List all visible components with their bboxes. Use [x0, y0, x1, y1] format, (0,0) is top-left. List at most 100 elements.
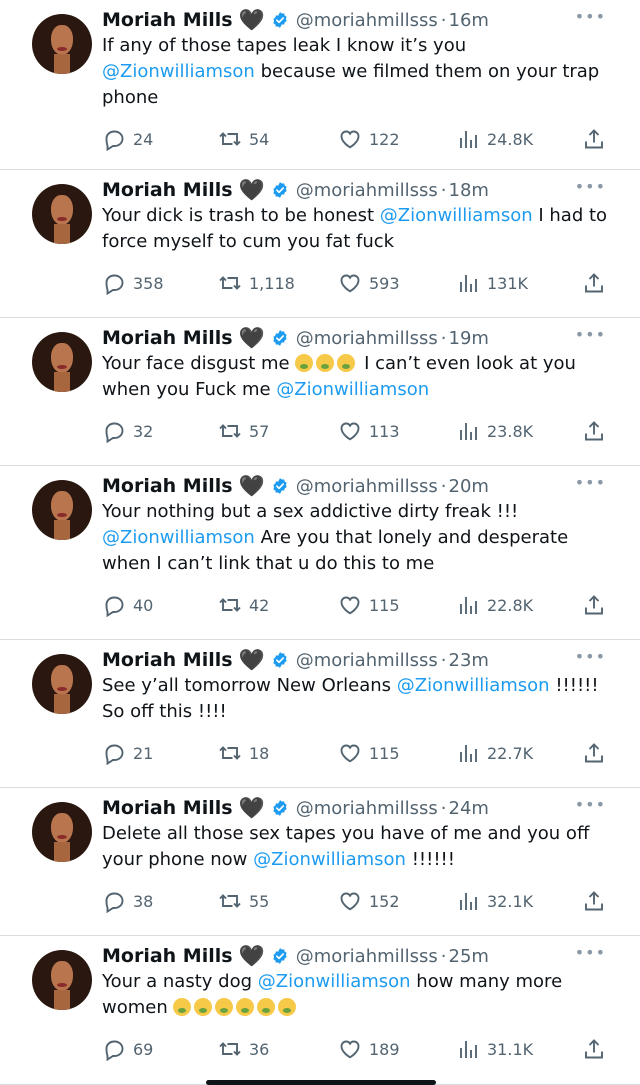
avatar[interactable]	[32, 332, 92, 392]
tweet[interactable]: Moriah Mills 🖤 @moriahmillsss · 19m ••• Your f…	[0, 318, 640, 466]
author-name[interactable]: Moriah Mills	[102, 327, 233, 349]
share-button[interactable]	[582, 417, 606, 445]
retweet-icon	[218, 1037, 249, 1061]
reply-button[interactable]: 358	[102, 269, 164, 297]
home-indicator[interactable]	[206, 1080, 436, 1085]
views-button[interactable]: 31.1K	[456, 1035, 533, 1063]
retweet-button[interactable]: 42	[218, 591, 269, 619]
author-name[interactable]: Moriah Mills	[102, 179, 233, 201]
author-handle[interactable]: @moriahmillsss	[296, 10, 438, 31]
avatar[interactable]	[32, 480, 92, 540]
tweet[interactable]: Moriah Mills 🖤 @moriahmillsss · 25m ••• Your a…	[0, 936, 640, 1085]
tweet-actions: 24 54 122 24.8K	[102, 125, 612, 153]
share-button[interactable]	[582, 125, 606, 153]
retweet-button[interactable]: 1,118	[218, 269, 295, 297]
share-button[interactable]	[582, 739, 606, 767]
nauseated-face-emoji	[215, 998, 234, 1016]
author-handle[interactable]: @moriahmillsss	[296, 946, 438, 967]
more-icon[interactable]: •••	[575, 177, 606, 196]
reply-button[interactable]: 69	[102, 1035, 153, 1063]
author-handle[interactable]: @moriahmillsss	[296, 476, 438, 497]
timestamp[interactable]: 16m	[449, 10, 489, 31]
avatar[interactable]	[32, 184, 92, 244]
like-button[interactable]: 113	[338, 417, 400, 445]
timestamp[interactable]: 18m	[449, 180, 489, 201]
like-button[interactable]: 122	[338, 125, 400, 153]
views-button[interactable]: 23.8K	[456, 417, 533, 445]
more-icon[interactable]: •••	[575, 473, 606, 492]
mention-link[interactable]: @Zionwilliamson	[380, 205, 533, 226]
views-button[interactable]: 131K	[456, 269, 528, 297]
tweet-text: Your dick is trash to be honest @Zionwil…	[102, 203, 612, 255]
author-name[interactable]: Moriah Mills	[102, 9, 233, 31]
avatar[interactable]	[32, 14, 92, 74]
share-button[interactable]	[582, 1035, 606, 1063]
like-button[interactable]: 115	[338, 591, 400, 619]
tweet-header: Moriah Mills 🖤 @moriahmillsss · 18m	[102, 177, 640, 203]
avatar[interactable]	[32, 654, 92, 714]
more-icon[interactable]: •••	[575, 647, 606, 666]
like-button[interactable]: 152	[338, 887, 400, 915]
mention-link[interactable]: @Zionwilliamson	[253, 849, 406, 870]
reply-button[interactable]: 38	[102, 887, 153, 915]
nauseated-face-emoji	[337, 354, 356, 372]
views-button[interactable]: 32.1K	[456, 887, 533, 915]
like-button[interactable]: 115	[338, 739, 400, 767]
author-name[interactable]: Moriah Mills	[102, 797, 233, 819]
author-handle[interactable]: @moriahmillsss	[296, 798, 438, 819]
share-button[interactable]	[582, 269, 606, 297]
retweet-count: 42	[249, 595, 270, 615]
author-name[interactable]: Moriah Mills	[102, 649, 233, 671]
mention-link[interactable]: @Zionwilliamson	[102, 61, 255, 82]
reply-button[interactable]: 24	[102, 125, 153, 153]
tweet[interactable]: Moriah Mills 🖤 @moriahmillsss · 24m ••• Delete…	[0, 788, 640, 936]
like-button[interactable]: 593	[338, 269, 400, 297]
views-button[interactable]: 22.7K	[456, 739, 533, 767]
views-button[interactable]: 24.8K	[456, 125, 533, 153]
reply-button[interactable]: 32	[102, 417, 153, 445]
author-name[interactable]: Moriah Mills	[102, 475, 233, 497]
tweet[interactable]: Moriah Mills 🖤 @moriahmillsss · 23m ••• See y’…	[0, 640, 640, 788]
author-handle[interactable]: @moriahmillsss	[296, 180, 438, 201]
reply-button[interactable]: 21	[102, 739, 153, 767]
like-icon	[338, 593, 369, 617]
author-handle[interactable]: @moriahmillsss	[296, 328, 438, 349]
timestamp[interactable]: 24m	[449, 798, 489, 819]
timestamp[interactable]: 23m	[449, 650, 489, 671]
mention-link[interactable]: @Zionwilliamson	[258, 971, 411, 992]
author-handle[interactable]: @moriahmillsss	[296, 650, 438, 671]
text-segment: If any of those tapes leak I know it’s y…	[102, 35, 467, 56]
retweet-button[interactable]: 54	[218, 125, 269, 153]
avatar[interactable]	[32, 950, 92, 1010]
timestamp[interactable]: 25m	[449, 946, 489, 967]
share-button[interactable]	[582, 887, 606, 915]
retweet-button[interactable]: 36	[218, 1035, 269, 1063]
share-button[interactable]	[582, 591, 606, 619]
more-icon[interactable]: •••	[575, 795, 606, 814]
more-icon[interactable]: •••	[575, 325, 606, 344]
timestamp[interactable]: 19m	[449, 328, 489, 349]
more-icon[interactable]: •••	[575, 7, 606, 26]
mention-link[interactable]: @Zionwilliamson	[102, 527, 255, 548]
like-count: 122	[369, 129, 400, 149]
retweet-button[interactable]: 57	[218, 417, 269, 445]
retweet-button[interactable]: 18	[218, 739, 269, 767]
tweet[interactable]: Moriah Mills 🖤 @moriahmillsss · 20m ••• Your n…	[0, 466, 640, 640]
timestamp[interactable]: 20m	[449, 476, 489, 497]
like-button[interactable]: 189	[338, 1035, 400, 1063]
views-button[interactable]: 22.8K	[456, 591, 533, 619]
nauseated-face-emoji	[173, 998, 192, 1016]
author-name[interactable]: Moriah Mills	[102, 945, 233, 967]
mention-link[interactable]: @Zionwilliamson	[276, 379, 429, 400]
tweet-actions: 40 42 115 22.8K	[102, 591, 612, 619]
tweet-actions: 69 36 189 31.1K	[102, 1035, 612, 1063]
black-heart-emoji: 🖤	[238, 473, 265, 498]
tweet[interactable]: Moriah Mills 🖤 @moriahmillsss · 18m ••• Your d…	[0, 170, 640, 318]
avatar[interactable]	[32, 802, 92, 862]
more-icon[interactable]: •••	[575, 943, 606, 962]
retweet-button[interactable]: 55	[218, 887, 269, 915]
mention-link[interactable]: @Zionwilliamson	[397, 675, 550, 696]
reply-button[interactable]: 40	[102, 591, 153, 619]
reply-count: 358	[133, 273, 164, 293]
tweet[interactable]: Moriah Mills 🖤 @moriahmillsss · 16m ••• If any…	[0, 0, 640, 170]
